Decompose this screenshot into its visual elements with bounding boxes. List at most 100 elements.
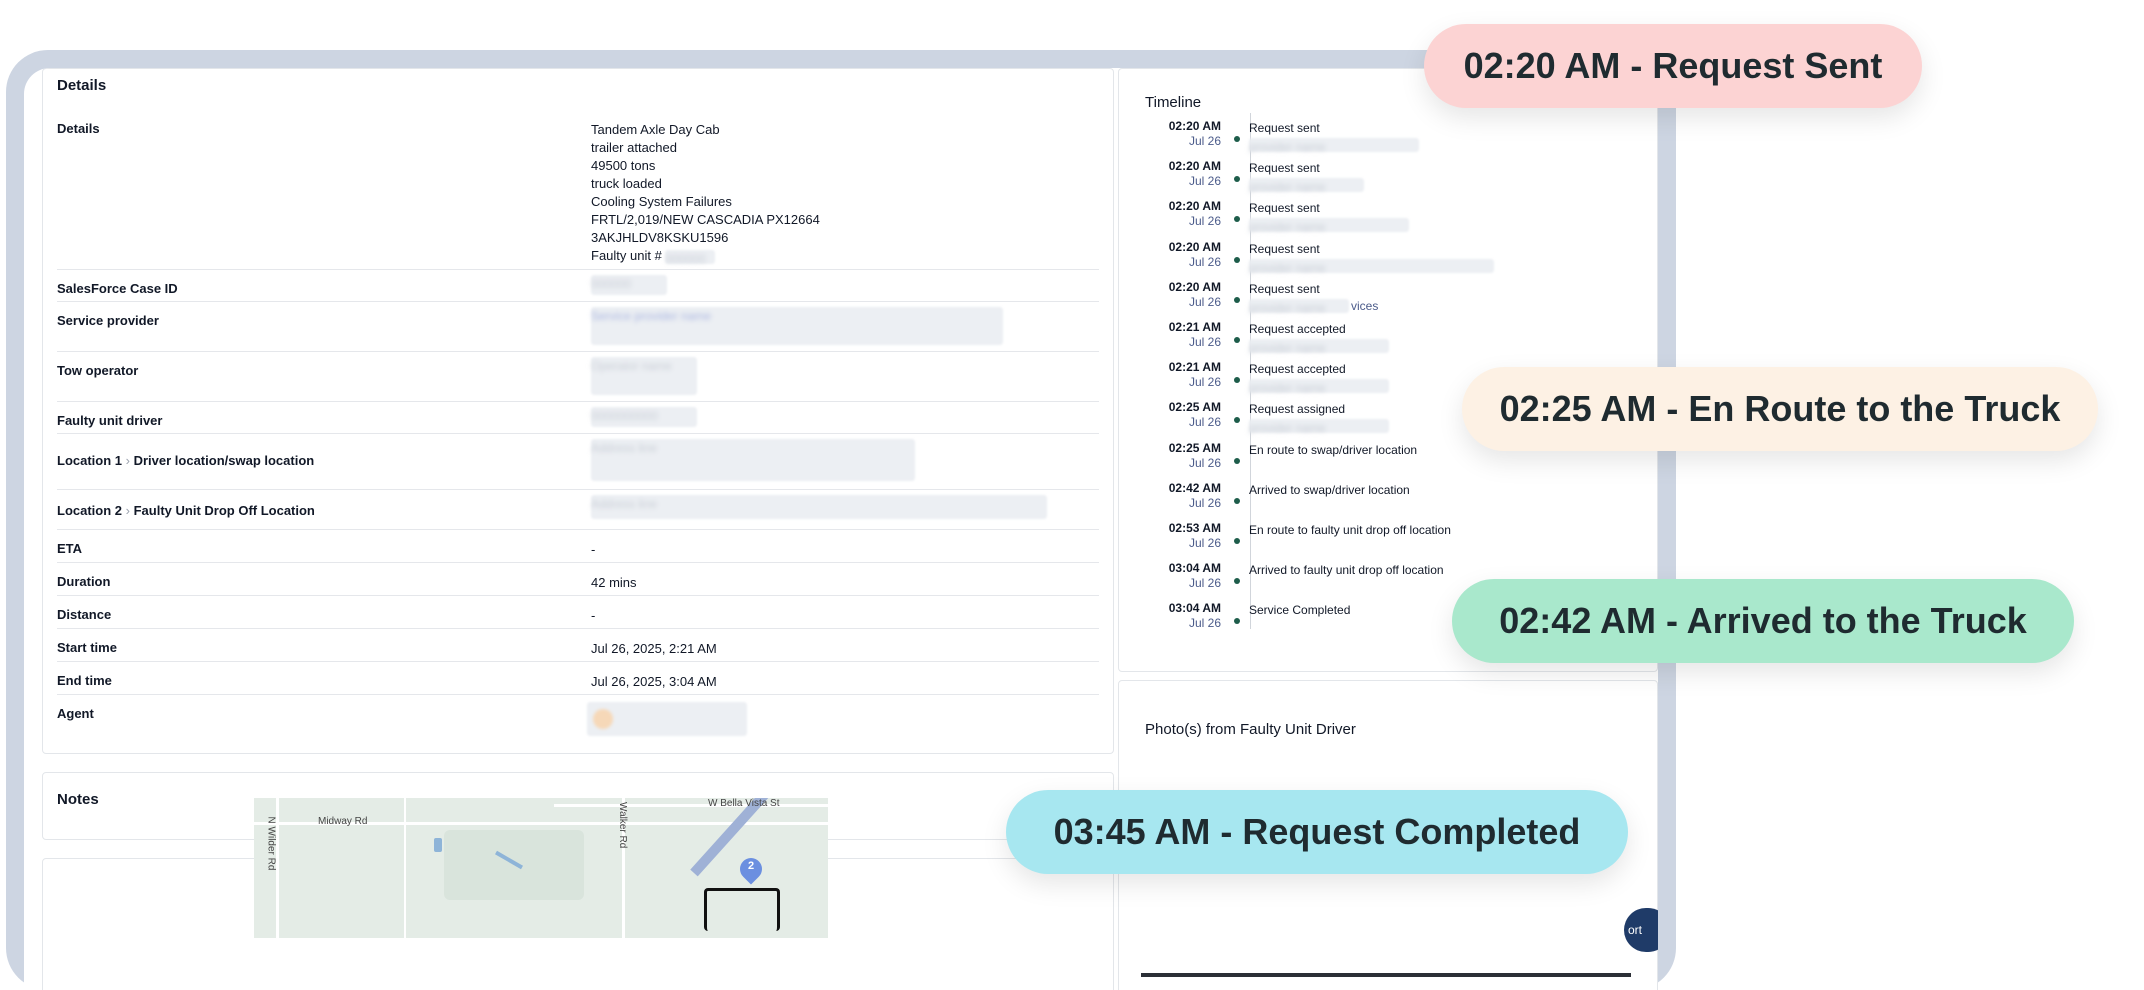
detail-value: - [591, 542, 596, 557]
detail-row-start-time: Start time Jul 26, 2025, 2:21 AM [57, 628, 1099, 662]
detail-value: Jul 26, 2025, 2:21 AM [591, 641, 717, 656]
detail-label: ETA [57, 541, 83, 556]
timeline-dot-icon [1234, 377, 1240, 384]
detail-row-service-provider: Service provider Service provider name [57, 301, 1099, 352]
detail-row-case-id: SalesForce Case ID 000000 [57, 269, 1099, 302]
redacted-value: 000000 [591, 275, 667, 295]
details-card: Details Details Tandem Axle Day Cab trai… [42, 68, 1114, 754]
detail-label: Location 2 › Faulty Unit Drop Off Locati… [57, 503, 315, 518]
timeline-dot-icon [1234, 256, 1240, 263]
redacted-value: 0000000000 [591, 407, 697, 427]
timeline-event: 02:20 AM Jul 26 Request sent provider name [1119, 199, 1639, 239]
redacted-provider: provider name [1249, 218, 1409, 234]
street-label: Midway Rd [318, 816, 368, 827]
timeline-dot-icon [1234, 497, 1240, 504]
timeline-label: En route to swap/driver location [1249, 442, 1418, 457]
timeline-time: 02:53 AM Jul 26 [1168, 521, 1221, 550]
timeline-time: 02:21 AM Jul 26 [1168, 360, 1221, 390]
notes-title: Notes [57, 791, 99, 808]
detail-label: Duration [57, 574, 111, 589]
timeline-label: Request assigned [1249, 402, 1346, 417]
redacted-value[interactable]: Service provider name [591, 307, 1003, 345]
timeline-time: 02:20 AM Jul 26 [1168, 279, 1221, 309]
detail-label: Faulty unit driver [57, 413, 163, 428]
detail-value: - [591, 608, 596, 623]
timeline-label: Request accepted [1249, 322, 1346, 336]
redacted-provider: provider name [1249, 339, 1389, 355]
street-label: N Wilder Rd [265, 816, 277, 871]
redacted-value: Operator name [591, 357, 697, 395]
detail-row-location-2: Location 2 › Faulty Unit Drop Off Locati… [57, 489, 1099, 530]
agent-chip [587, 702, 747, 736]
timeline-event: 02:42 AM Jul 26 Arrived to swap/driver loc… [1119, 481, 1639, 521]
detail-label: Location 1 › Driver location/swap locati… [57, 453, 315, 468]
detail-row-faulty-unit-driver: Faulty unit driver 0000000000 [57, 401, 1099, 434]
street-label: Walker Rd [617, 802, 628, 849]
detail-row-details: Details Tandem Axle Day Cab trailer atta… [57, 109, 1099, 270]
callout-pill: 02:42 AM - Arrived to the Truck [1452, 579, 2074, 663]
detail-row-eta: ETA - [57, 529, 1099, 563]
callout-pill: 02:25 AM - En Route to the Truck [1462, 367, 2098, 451]
timeline-event: 02:20 AM Jul 26 Request sent provider name [1119, 159, 1639, 199]
timeline-dot-icon [1234, 176, 1240, 183]
timeline-time: 02:25 AM Jul 26 [1168, 400, 1221, 430]
detail-row-duration: Duration 42 mins [57, 562, 1099, 596]
route-map[interactable]: Midway Rd N Wilder Rd Walker Rd W Bella … [254, 798, 828, 938]
detail-label: Distance [57, 607, 112, 622]
detail-label: SalesForce Case ID [57, 281, 178, 296]
timeline-time: 02:21 AM Jul 26 [1168, 320, 1221, 349]
timeline-time: 02:20 AM Jul 26 [1168, 119, 1221, 148]
redacted-provider: provider name [1249, 379, 1389, 395]
timeline-dot-icon [1234, 417, 1240, 424]
timeline-label: Request sent [1249, 201, 1320, 216]
detail-value: Jul 26, 2025, 3:04 AM [591, 674, 717, 689]
timeline-time: 02:20 AM Jul 26 [1168, 159, 1221, 189]
timeline-event: 02:53 AM Jul 26 En route to faulty unit dr… [1119, 521, 1639, 561]
timeline-title: Timeline [1145, 94, 1202, 111]
timeline-label: Arrived to faulty unit drop off location [1249, 563, 1444, 578]
timeline-label: Request sent [1249, 281, 1320, 296]
detail-row-location-1: Location 1 › Driver location/swap locati… [57, 433, 1099, 490]
redacted-provider: provider name [1249, 419, 1389, 435]
timeline-dot-icon [1234, 216, 1240, 223]
timeline-time: 03:04 AM Jul 26 [1168, 601, 1221, 631]
timeline-label: Request accepted [1249, 362, 1346, 377]
timeline-time: 03:04 AM Jul 26 [1168, 561, 1221, 591]
timeline-dot-icon [1234, 136, 1240, 142]
detail-label: End time [57, 673, 112, 688]
detail-label: Agent [57, 706, 94, 721]
redacted-provider: provider name [1249, 258, 1494, 275]
photo-thumbnail-strip [1141, 973, 1631, 977]
callout-pill: 03:45 AM - Request Completed [1006, 790, 1628, 874]
details-header: Details [57, 77, 107, 94]
timeline-dot-icon [1234, 337, 1240, 343]
timeline-dot-icon [1234, 296, 1240, 303]
timeline-label: Arrived to swap/driver location [1249, 482, 1410, 497]
map-marker-label: 2 [747, 860, 755, 872]
timeline-label: Request sent [1249, 121, 1320, 135]
timeline-dot-icon [1234, 457, 1240, 464]
redacted-provider: provider name [1249, 178, 1364, 194]
redacted-value: Address line [591, 439, 915, 481]
detail-value-lines: Tandem Axle Day Cab trailer attached 495… [591, 122, 820, 266]
timeline-label: Request sent [1249, 161, 1320, 176]
detail-row-agent: Agent [57, 694, 1099, 744]
timeline-label: En route to faulty unit drop off locatio… [1249, 523, 1451, 537]
timeline-time: 02:42 AM Jul 26 [1168, 480, 1221, 510]
detail-row-distance: Distance - [57, 595, 1099, 629]
timeline-label: Service Completed [1249, 603, 1351, 618]
redacted-value: Address line [591, 495, 1047, 519]
detail-label: Service provider [57, 313, 159, 328]
callout-pill: 02:20 AM - Request Sent [1424, 24, 1922, 108]
detail-label: Details [57, 121, 100, 136]
photos-title: Photo(s) from Faulty Unit Driver [1145, 721, 1356, 738]
redacted-provider: provider name [1249, 138, 1419, 154]
timeline-dot-icon [1234, 538, 1240, 544]
timeline-time: 02:20 AM Jul 26 [1168, 239, 1221, 269]
timeline-extra: vices [1351, 298, 1379, 313]
timeline-event: 02:20 AM Jul 26 Request sent provider name v… [1119, 280, 1639, 320]
timeline-dot-icon [1234, 618, 1240, 625]
detail-row-tow-operator: Tow operator Operator name [57, 351, 1099, 402]
timeline-event: 02:21 AM Jul 26 Request accepted provider n… [1119, 320, 1639, 360]
timeline-event: 02:20 AM Jul 26 Request sent provider name [1119, 119, 1639, 159]
